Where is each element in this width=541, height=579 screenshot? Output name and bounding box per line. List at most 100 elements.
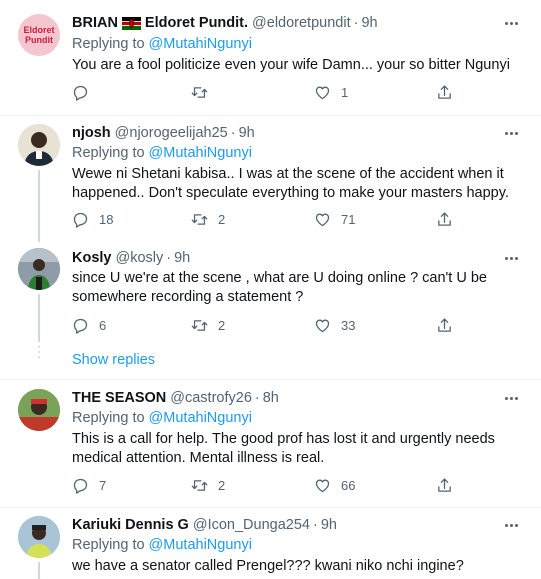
separator: · (166, 250, 172, 266)
tweet-header: njosh @njorogeelijah25 · 9h (72, 124, 255, 142)
tweet-header: Kariuki Dennis G @Icon_Dunga254 · 9h (72, 516, 337, 534)
share-button[interactable] (436, 475, 453, 495)
share-button[interactable] (436, 209, 453, 229)
reply-button[interactable]: 7 (72, 475, 106, 495)
display-name[interactable]: Kosly (72, 250, 112, 266)
user-handle[interactable]: @castrofy26 (170, 390, 252, 406)
reply-icon (73, 478, 88, 494)
share-icon (438, 317, 451, 332)
replying-to: Replying to @MutahiNgunyi (72, 410, 252, 426)
display-name-suffix: Eldoret Pundit. (144, 15, 249, 31)
tweet-actions: 1 (0, 82, 541, 102)
like-count: 71 (341, 211, 356, 227)
display-name[interactable]: njosh (72, 125, 111, 141)
user-handle[interactable]: @kosly (116, 250, 164, 266)
tweet-header: THE SEASON @castrofy26 · 8h (72, 389, 279, 407)
tweet-text: Wewe ni Shetani kabisa.. I was at the sc… (72, 166, 509, 201)
avatar[interactable] (18, 248, 60, 290)
retweet-count: 2 (218, 477, 226, 493)
divider (0, 115, 541, 116)
like-count: 33 (341, 317, 356, 333)
reply-icon (73, 318, 88, 334)
user-handle[interactable]: @eldoretpundit (252, 15, 351, 31)
tweet-text: since U we're at the scene , what are U … (72, 270, 487, 305)
avatar[interactable]: Eldoret Pundit (18, 14, 60, 56)
mention-link[interactable]: @MutahiNgunyi (149, 410, 252, 426)
avatar[interactable] (18, 389, 60, 431)
timestamp[interactable]: 9h (174, 250, 190, 266)
more-icon[interactable] (501, 518, 521, 532)
share-icon (438, 84, 451, 99)
thread-dots (38, 346, 40, 361)
more-icon[interactable] (501, 16, 521, 30)
divider (0, 379, 541, 380)
like-icon (315, 479, 330, 492)
like-icon (315, 86, 330, 99)
retweet-icon (191, 213, 208, 225)
share-icon (438, 477, 451, 492)
user-handle[interactable]: @Icon_Dunga254 (193, 517, 310, 533)
tweet-header: BRIAN Eldoret Pundit. @eldoretpundit · 9… (72, 14, 378, 32)
avatar[interactable] (18, 516, 60, 558)
like-icon (315, 213, 330, 226)
retweet-button[interactable]: 2 (191, 209, 225, 229)
like-button[interactable]: 66 (314, 475, 355, 495)
more-icon[interactable] (501, 251, 521, 265)
timestamp[interactable]: 8h (263, 390, 279, 406)
retweet-icon (191, 86, 208, 98)
share-button[interactable] (436, 82, 453, 102)
timestamp[interactable]: 9h (321, 517, 337, 533)
like-count: 66 (341, 477, 356, 493)
display-name[interactable]: THE SEASON (72, 390, 166, 406)
separator: · (230, 125, 236, 141)
thread-line (38, 562, 40, 579)
reply-button[interactable]: 6 (72, 315, 106, 335)
mention-link[interactable]: @MutahiNgunyi (149, 537, 252, 553)
kenya-flag-icon (121, 16, 141, 30)
like-button[interactable]: 1 (314, 82, 348, 102)
like-icon (315, 319, 330, 332)
separator: · (353, 15, 359, 31)
tweet-actions: 6 2 33 (0, 315, 541, 335)
tweet-actions: 18 2 71 (0, 209, 541, 229)
separator: · (312, 517, 318, 533)
avatar-label: Eldoret (23, 25, 55, 35)
mention-link[interactable]: @MutahiNgunyi (149, 36, 252, 52)
like-button[interactable]: 33 (314, 315, 355, 335)
replying-to: Replying to @MutahiNgunyi (72, 537, 252, 553)
like-count: 1 (341, 84, 349, 100)
retweet-button[interactable]: 2 (191, 475, 225, 495)
retweet-button[interactable] (191, 82, 218, 102)
more-icon[interactable] (501, 126, 521, 140)
user-handle[interactable]: @njorogeelijah25 (115, 125, 228, 141)
share-icon (438, 211, 451, 226)
timestamp[interactable]: 9h (239, 125, 255, 141)
more-icon[interactable] (501, 391, 521, 405)
tweet-header: Kosly @kosly · 9h (72, 249, 190, 267)
reply-icon (73, 85, 88, 101)
like-button[interactable]: 71 (314, 209, 355, 229)
replying-to-label: Replying to (72, 410, 145, 426)
tweet-text: You are a fool politicize even your wife… (72, 57, 510, 73)
replying-to-label: Replying to (72, 537, 145, 553)
reply-icon (73, 212, 88, 228)
retweet-count: 2 (218, 317, 226, 333)
display-name[interactable]: BRIAN (72, 15, 118, 31)
replying-to: Replying to @MutahiNgunyi (72, 145, 252, 161)
reply-button[interactable] (72, 82, 99, 102)
tweet-actions: 7 2 66 (0, 475, 541, 495)
display-name[interactable]: Kariuki Dennis G (72, 517, 189, 533)
show-replies-link[interactable]: Show replies (72, 352, 155, 368)
avatar[interactable] (18, 124, 60, 166)
share-button[interactable] (436, 315, 453, 335)
mention-link[interactable]: @MutahiNgunyi (149, 145, 252, 161)
retweet-icon (191, 479, 208, 491)
reply-button[interactable]: 18 (72, 209, 113, 229)
separator: · (254, 390, 260, 406)
reply-count: 18 (99, 211, 114, 227)
avatar-label: Pundit (25, 35, 53, 45)
reply-count: 6 (99, 317, 107, 333)
timestamp[interactable]: 9h (361, 15, 377, 31)
retweet-button[interactable]: 2 (191, 315, 225, 335)
divider (0, 507, 541, 508)
